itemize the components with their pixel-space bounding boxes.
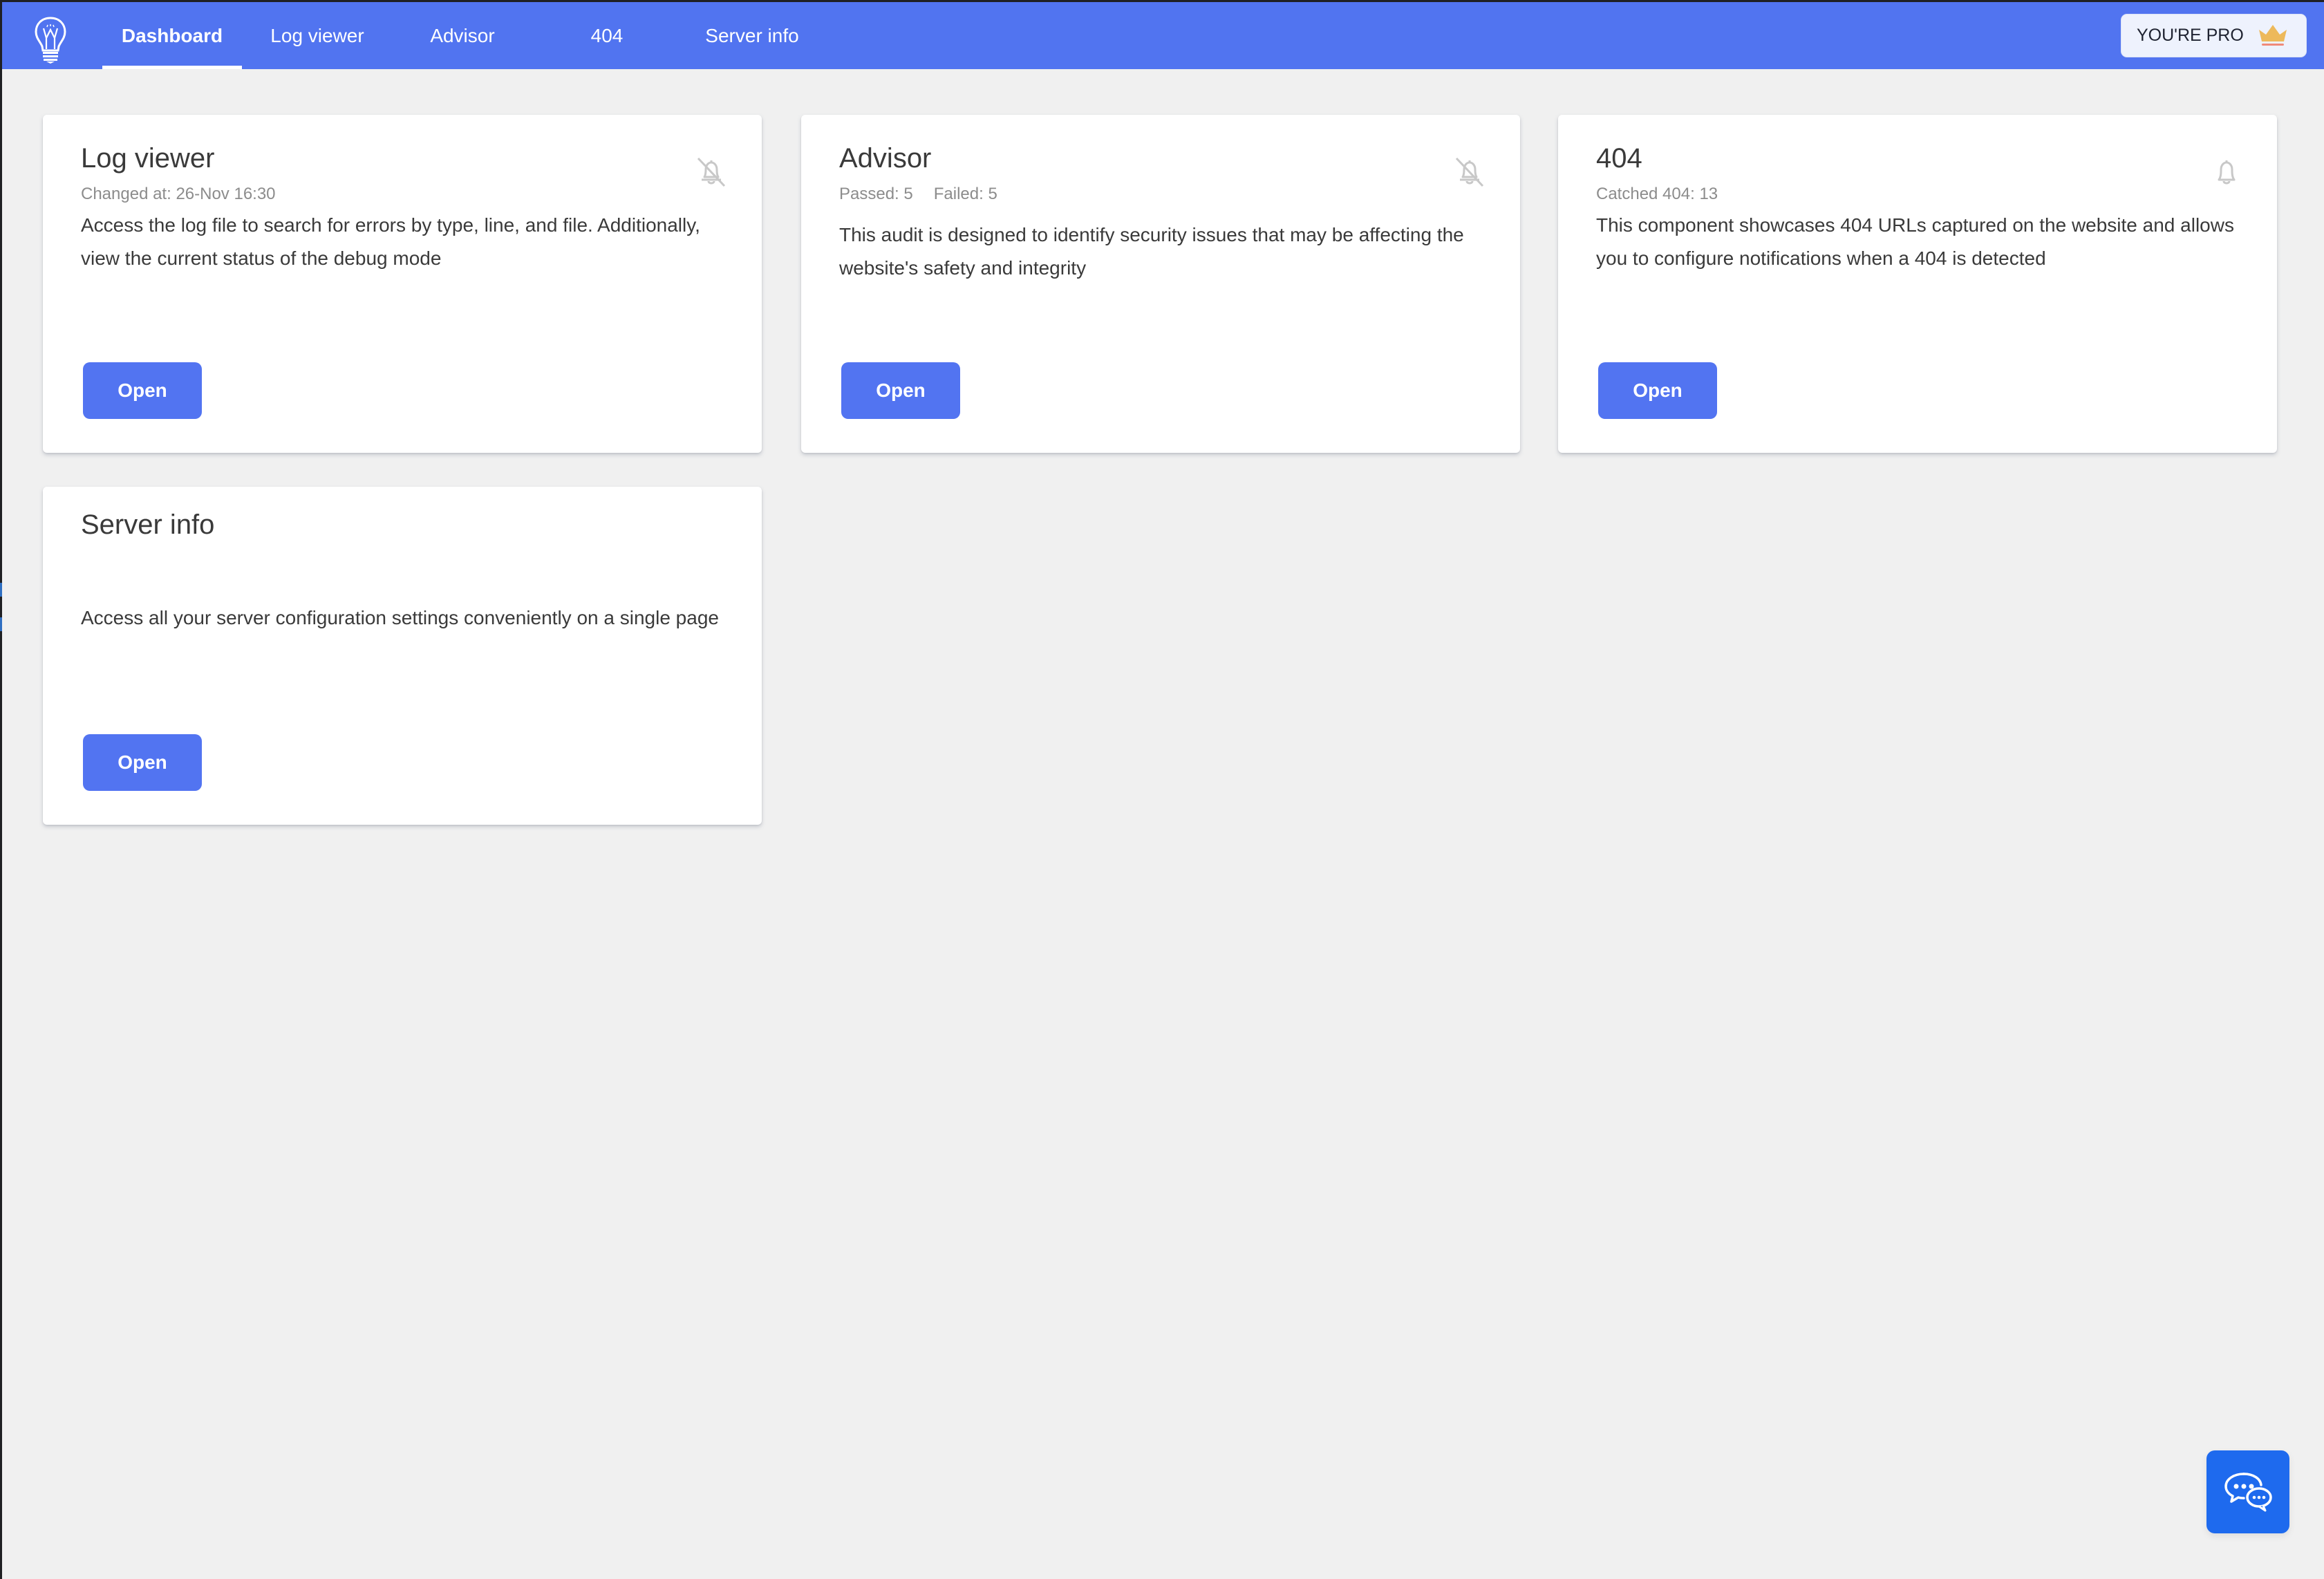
passed-count: Passed: 5 [839,185,913,203]
open-log-viewer-button[interactable]: Open [83,362,202,419]
chat-bubbles-icon [2224,1473,2272,1512]
nav-tab-label: Log viewer [270,25,364,46]
card-log-viewer: Log viewer Changed at: 26-Nov 16:30 Acce… [43,115,762,453]
nav-tab-404[interactable]: 404 [545,2,669,69]
nav-tab-advisor[interactable]: Advisor [398,2,527,69]
card-catched-count: Catched 404: 13 [1596,185,1718,203]
card-server-info: Server info Access all your server confi… [43,487,762,825]
card-description: This component showcases 404 URLs captur… [1596,214,2234,269]
open-404-button[interactable]: Open [1598,362,1717,419]
card-description: This audit is designed to identify secur… [839,224,1464,279]
nav-tab-dashboard[interactable]: Dashboard [102,2,242,69]
card-title: Log viewer [81,143,215,174]
frame-accent [0,583,2,597]
nav-tab-label: Server info [705,25,799,46]
open-advisor-button[interactable]: Open [841,362,960,419]
bell-off-icon[interactable] [694,155,729,189]
crown-icon [2259,25,2287,46]
card-404: 404 Catched 404: 13 This component showc… [1558,115,2277,453]
failed-count: Failed: 5 [933,185,997,203]
top-navbar: Dashboard Log viewer Advisor 404 Server … [2,2,2324,69]
nav-tab-label: Dashboard [121,25,223,46]
pro-badge-label: YOU'RE PRO [2137,26,2244,45]
nav-tab-label: Advisor [430,25,495,46]
lightbulb-icon[interactable] [32,16,68,64]
window-frame-left [0,0,2,1579]
card-audit-stats: Passed: 5 Failed: 5 [839,184,997,205]
card-title: Advisor [839,143,932,174]
open-server-info-button[interactable]: Open [83,734,202,791]
card-title: 404 [1596,143,1642,174]
pro-badge-button[interactable]: YOU'RE PRO [2121,14,2307,57]
active-tab-indicator [102,66,242,69]
card-description: Access the log file to search for errors… [81,214,700,269]
card-changed-at: Changed at: 26-Nov 16:30 [81,185,276,203]
nav-tab-server-info[interactable]: Server info [686,2,818,69]
card-advisor: Advisor Passed: 5 Failed: 5 This audit is… [801,115,1520,453]
card-description: Access all your server configuration set… [81,607,719,628]
bell-icon[interactable] [2209,155,2244,189]
chat-support-button[interactable] [2206,1450,2289,1533]
card-title: Server info [81,510,215,540]
frame-accent [0,617,2,631]
bell-off-icon[interactable] [1452,155,1487,189]
nav-tab-label: 404 [590,25,624,46]
nav-tab-log-viewer[interactable]: Log viewer [254,2,380,69]
